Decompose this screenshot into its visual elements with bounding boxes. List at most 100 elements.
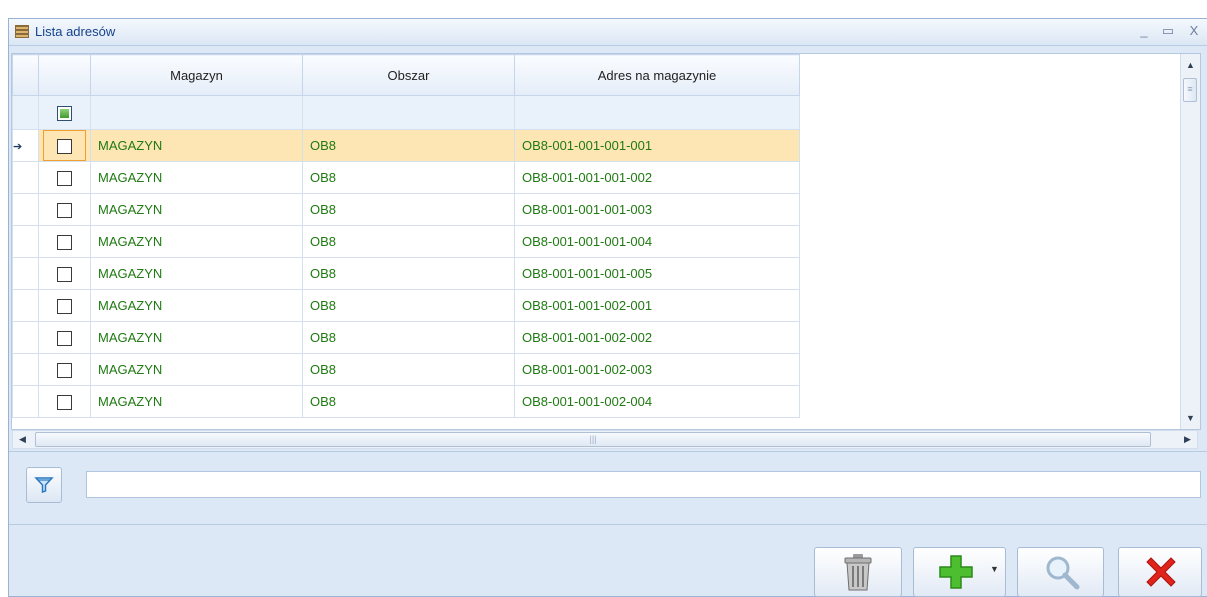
filter-button[interactable] xyxy=(26,467,62,503)
filter-cell-magazyn[interactable] xyxy=(90,95,303,130)
funnel-icon xyxy=(34,477,54,494)
table-row[interactable]: MAGAZYN OB8 OB8-001-001-002-002 xyxy=(12,321,800,354)
cell-magazyn[interactable]: MAGAZYN xyxy=(90,129,303,162)
scroll-right-icon[interactable]: ▶ xyxy=(1178,434,1197,445)
cell-adres[interactable]: OB8-001-001-002-004 xyxy=(514,385,800,418)
delete-button[interactable] xyxy=(814,547,902,597)
row-checkbox-cell[interactable] xyxy=(38,321,91,354)
address-list-window: Lista adresów _ ▭ X Magazyn Obszar Adres… xyxy=(8,18,1207,597)
cell-obszar[interactable]: OB8 xyxy=(302,289,515,322)
row-header[interactable] xyxy=(12,257,39,290)
horizontal-scroll-thumb[interactable]: ||| xyxy=(35,432,1151,447)
current-row-arrow-icon: ➔ xyxy=(13,141,23,153)
maximize-icon[interactable]: ▭ xyxy=(1159,22,1177,40)
row-checkbox[interactable] xyxy=(57,234,72,250)
cell-adres[interactable]: OB8-001-001-002-001 xyxy=(514,289,800,322)
row-header[interactable] xyxy=(12,225,39,258)
cell-magazyn[interactable]: MAGAZYN xyxy=(90,257,303,290)
row-header[interactable] xyxy=(12,193,39,226)
cell-magazyn[interactable]: MAGAZYN xyxy=(90,161,303,194)
dropdown-arrow-icon[interactable]: ▼ xyxy=(990,564,999,574)
vertical-scroll-thumb[interactable]: ≡ xyxy=(1183,78,1197,102)
row-header[interactable] xyxy=(12,161,39,194)
cell-obszar[interactable]: OB8 xyxy=(302,321,515,354)
row-header[interactable] xyxy=(12,353,39,386)
row-header[interactable] xyxy=(12,385,39,418)
table-row[interactable]: MAGAZYN OB8 OB8-001-001-002-003 xyxy=(12,353,800,386)
close-window-icon[interactable]: X xyxy=(1185,22,1203,40)
row-checkbox[interactable] xyxy=(57,330,72,346)
select-all-cell xyxy=(38,95,91,130)
table-row[interactable]: MAGAZYN OB8 OB8-001-001-002-001 xyxy=(12,289,800,322)
table-row[interactable]: MAGAZYN OB8 OB8-001-001-001-005 xyxy=(12,257,800,290)
cell-magazyn[interactable]: MAGAZYN xyxy=(90,353,303,386)
row-header[interactable]: ➔ xyxy=(12,129,39,162)
cell-adres[interactable]: OB8-001-001-001-001 xyxy=(514,129,800,162)
row-checkbox-cell[interactable] xyxy=(38,225,91,258)
row-checkbox-cell[interactable] xyxy=(38,289,91,322)
add-button[interactable]: ▼ xyxy=(913,547,1006,597)
close-button[interactable] xyxy=(1118,547,1202,597)
cell-adres[interactable]: OB8-001-001-002-003 xyxy=(514,353,800,386)
cell-obszar[interactable]: OB8 xyxy=(302,161,515,194)
plus-icon xyxy=(939,555,973,589)
row-checkbox-cell[interactable] xyxy=(38,129,91,162)
cell-adres[interactable]: OB8-001-001-001-005 xyxy=(514,257,800,290)
row-checkbox-cell[interactable] xyxy=(38,193,91,226)
table-row[interactable]: MAGAZYN OB8 OB8-001-001-001-002 xyxy=(12,161,800,194)
row-checkbox-cell[interactable] xyxy=(38,257,91,290)
column-header-adres[interactable]: Adres na magazynie xyxy=(514,54,800,96)
cell-magazyn[interactable]: MAGAZYN xyxy=(90,321,303,354)
window-title: Lista adresów xyxy=(35,24,116,39)
table-row[interactable]: MAGAZYN OB8 OB8-001-001-002-004 xyxy=(12,385,800,418)
row-checkbox[interactable] xyxy=(57,138,72,154)
title-bar: Lista adresów _ ▭ X xyxy=(9,19,1207,46)
row-checkbox[interactable] xyxy=(57,394,72,410)
cell-magazyn[interactable]: MAGAZYN xyxy=(90,385,303,418)
cell-adres[interactable]: OB8-001-001-001-002 xyxy=(514,161,800,194)
cell-adres[interactable]: OB8-001-001-002-002 xyxy=(514,321,800,354)
scroll-up-icon[interactable]: ▲ xyxy=(1181,60,1200,70)
cell-adres[interactable]: OB8-001-001-001-003 xyxy=(514,193,800,226)
row-checkbox[interactable] xyxy=(57,298,72,314)
cell-magazyn[interactable]: MAGAZYN xyxy=(90,225,303,258)
vertical-scrollbar[interactable]: ▲ ≡ ▼ xyxy=(1180,54,1200,429)
cell-obszar[interactable]: OB8 xyxy=(302,193,515,226)
scroll-down-icon[interactable]: ▼ xyxy=(1181,413,1200,423)
filter-cell-adres[interactable] xyxy=(514,95,800,130)
cell-obszar[interactable]: OB8 xyxy=(302,225,515,258)
focused-cell xyxy=(43,130,86,161)
row-checkbox[interactable] xyxy=(57,202,72,218)
horizontal-scrollbar[interactable]: ◀ ||| ▶ xyxy=(12,430,1198,449)
table-row[interactable]: MAGAZYN OB8 OB8-001-001-001-003 xyxy=(12,193,800,226)
row-checkbox-cell[interactable] xyxy=(38,385,91,418)
filter-input[interactable] xyxy=(86,471,1201,498)
cell-obszar[interactable]: OB8 xyxy=(302,353,515,386)
row-checkbox-cell[interactable] xyxy=(38,161,91,194)
cell-magazyn[interactable]: MAGAZYN xyxy=(90,193,303,226)
table-row[interactable]: MAGAZYN OB8 OB8-001-001-001-004 xyxy=(12,225,800,258)
magnifier-icon xyxy=(1046,556,1080,590)
cell-obszar[interactable]: OB8 xyxy=(302,129,515,162)
column-header-obszar[interactable]: Obszar xyxy=(302,54,515,96)
cell-obszar[interactable]: OB8 xyxy=(302,257,515,290)
row-checkbox[interactable] xyxy=(57,362,72,378)
row-checkbox[interactable] xyxy=(57,266,72,282)
minimize-icon[interactable]: _ xyxy=(1135,22,1153,40)
trash-icon xyxy=(844,554,872,591)
row-checkbox-cell[interactable] xyxy=(38,353,91,386)
x-icon xyxy=(1146,557,1176,587)
select-all-checkbox[interactable] xyxy=(57,105,72,121)
filter-cell-obszar[interactable] xyxy=(302,95,515,130)
cell-magazyn[interactable]: MAGAZYN xyxy=(90,289,303,322)
cell-adres[interactable]: OB8-001-001-001-004 xyxy=(514,225,800,258)
divider xyxy=(9,451,1207,452)
cell-obszar[interactable]: OB8 xyxy=(302,385,515,418)
table-row[interactable]: ➔ MAGAZYN OB8 OB8-001-001-001-001 xyxy=(12,129,800,162)
scroll-left-icon[interactable]: ◀ xyxy=(13,434,32,445)
search-button[interactable] xyxy=(1017,547,1104,597)
row-header[interactable] xyxy=(12,289,39,322)
column-header-magazyn[interactable]: Magazyn xyxy=(90,54,303,96)
row-checkbox[interactable] xyxy=(57,170,72,186)
row-header[interactable] xyxy=(12,321,39,354)
